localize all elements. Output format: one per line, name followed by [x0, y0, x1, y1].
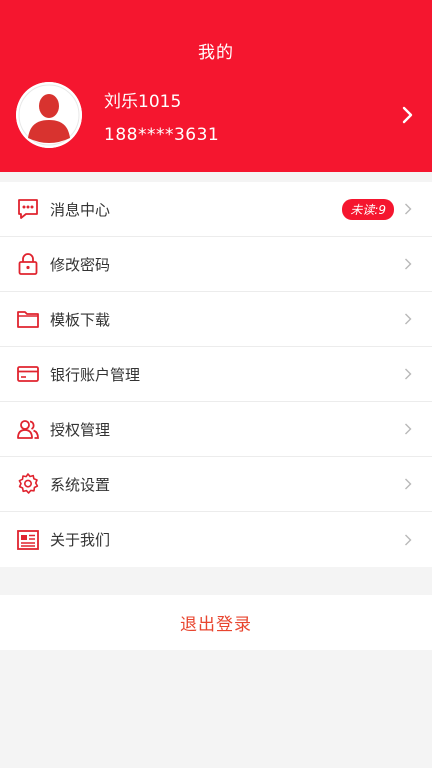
menu-item-label: 关于我们: [50, 531, 111, 549]
menu-item-about-us[interactable]: 关于我们: [0, 512, 432, 567]
profile-card[interactable]: 刘乐1015 188****3631: [16, 80, 418, 150]
menu-item-label: 银行账户管理: [50, 365, 141, 384]
page-title: 我的: [198, 43, 234, 63]
chevron-right-icon: [404, 257, 414, 271]
chevron-right-icon: [404, 202, 414, 216]
message-icon: [16, 197, 40, 221]
menu-item-label: 授权管理: [50, 420, 111, 439]
avatar: [16, 82, 82, 148]
chevron-right-icon: [404, 312, 414, 326]
user-phone: 188****3631: [104, 125, 220, 145]
users-icon: [16, 417, 40, 441]
menu-item-label: 消息中心: [50, 200, 111, 219]
lock-icon: [16, 252, 40, 276]
menu-item-messages[interactable]: 消息中心 未读:9: [0, 182, 432, 237]
chevron-right-icon: [404, 477, 414, 491]
chevron-right-icon: [404, 422, 414, 436]
folder-icon: [16, 307, 40, 331]
logout-button[interactable]: 退出登录: [0, 595, 432, 650]
menu-list: 消息中心 未读:9 修改密码 模板下载 银行账户管理 授权管理 系统设置 关于我…: [0, 182, 432, 567]
profile-header: 我的 刘乐1015 188****3631: [0, 0, 432, 172]
menu-item-label: 修改密码: [50, 255, 111, 274]
card-icon: [16, 362, 40, 386]
menu-item-settings[interactable]: 系统设置: [0, 457, 432, 512]
chevron-right-icon[interactable]: [398, 105, 418, 125]
unread-badge: 未读:9: [342, 198, 394, 220]
chevron-right-icon: [404, 533, 414, 547]
menu-item-label: 系统设置: [50, 475, 111, 494]
menu-item-bank-accounts[interactable]: 银行账户管理: [0, 347, 432, 402]
default-avatar-icon: [16, 82, 82, 148]
newspaper-icon: [16, 528, 40, 552]
chevron-right-icon: [404, 367, 414, 381]
menu-item-change-password[interactable]: 修改密码: [0, 237, 432, 292]
menu-item-template-download[interactable]: 模板下载: [0, 292, 432, 347]
menu-item-authorization[interactable]: 授权管理: [0, 402, 432, 457]
menu-item-label: 模板下载: [50, 310, 111, 329]
gear-icon: [16, 472, 40, 496]
user-name: 刘乐1015: [104, 92, 182, 112]
